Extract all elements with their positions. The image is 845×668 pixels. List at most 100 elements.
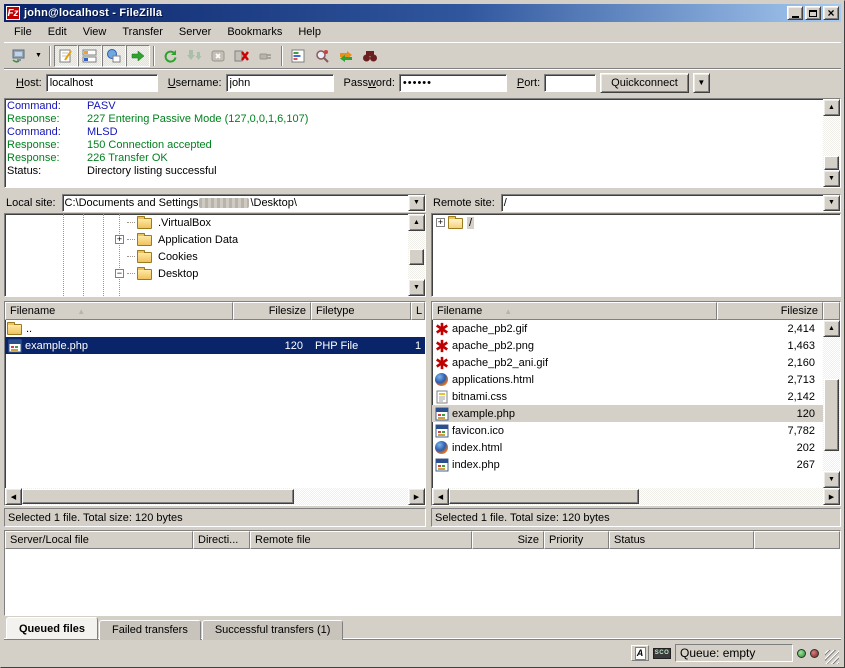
- file-row[interactable]: ..: [5, 320, 425, 337]
- resize-grip[interactable]: [825, 650, 839, 664]
- scroll-down-icon[interactable]: ▼: [408, 279, 425, 296]
- scroll-track[interactable]: [408, 231, 425, 249]
- toggle-transfer-queue-button[interactable]: [126, 45, 150, 67]
- filter-button[interactable]: [286, 45, 310, 67]
- column-header-filename[interactable]: Filename▲: [432, 302, 717, 320]
- scroll-thumb[interactable]: [409, 249, 424, 265]
- scroll-up-icon[interactable]: ▲: [408, 214, 425, 231]
- quickconnect-button[interactable]: Quickconnect: [600, 73, 689, 93]
- username-input[interactable]: [226, 74, 334, 92]
- menu-server[interactable]: Server: [171, 24, 219, 40]
- log-scrollbar[interactable]: ▲ ▼: [823, 99, 840, 187]
- column-header-modified[interactable]: L: [411, 302, 425, 320]
- column-header-server-local-file[interactable]: Server/Local file: [5, 531, 193, 549]
- close-button[interactable]: ×: [823, 6, 839, 20]
- column-header-filesize[interactable]: Filesize: [233, 302, 311, 320]
- scroll-left-icon[interactable]: ◀: [432, 488, 449, 505]
- local-tree-scrollbar[interactable]: ▲ ▼: [408, 214, 425, 296]
- file-row[interactable]: apache_pb2.gif 2,414: [432, 320, 823, 337]
- remote-site-combo[interactable]: / ▼: [501, 194, 841, 212]
- scroll-right-icon[interactable]: ▶: [408, 488, 425, 505]
- scroll-thumb[interactable]: [824, 379, 839, 451]
- scroll-track[interactable]: [639, 488, 823, 505]
- file-row[interactable]: apache_pb2.png 1,463: [432, 337, 823, 354]
- app-icon[interactable]: Fz: [6, 6, 20, 20]
- local-hscrollbar[interactable]: ◀ ▶: [5, 488, 425, 505]
- minimize-button[interactable]: [787, 6, 803, 20]
- scroll-track[interactable]: [294, 488, 408, 505]
- column-header-remote-file[interactable]: Remote file: [250, 531, 472, 549]
- refresh-button[interactable]: [158, 45, 182, 67]
- title-bar[interactable]: Fz john@localhost - FileZilla ×: [4, 4, 841, 22]
- scroll-right-icon[interactable]: ▶: [823, 488, 840, 505]
- tree-item[interactable]: + .VirtualBox: [5, 214, 408, 231]
- scroll-down-icon[interactable]: ▼: [823, 471, 840, 488]
- port-input[interactable]: [544, 74, 596, 92]
- tab-queued-files[interactable]: Queued files: [6, 617, 98, 639]
- remote-hscrollbar[interactable]: ◀ ▶: [432, 488, 840, 505]
- expand-plus-icon[interactable]: +: [436, 218, 445, 227]
- menu-edit[interactable]: Edit: [40, 24, 75, 40]
- scroll-down-icon[interactable]: ▼: [823, 170, 840, 187]
- file-row[interactable]: apache_pb2_ani.gif 2,160: [432, 354, 823, 371]
- remote-list-scrollbar[interactable]: ▲ ▼: [823, 320, 840, 488]
- local-site-combo[interactable]: C:\Documents and Settings\Desktop\ ▼: [62, 194, 426, 212]
- tree-item[interactable]: + /: [432, 214, 840, 231]
- column-header-size[interactable]: Size: [472, 531, 544, 549]
- toggle-message-log-button[interactable]: [54, 45, 78, 67]
- menu-transfer[interactable]: Transfer: [114, 24, 171, 40]
- quickconnect-dropdown[interactable]: ▼: [693, 73, 710, 93]
- scroll-left-icon[interactable]: ◀: [5, 488, 22, 505]
- encryption-indicator-icon[interactable]: SCO: [653, 648, 671, 659]
- scroll-thumb[interactable]: [449, 489, 639, 504]
- tree-item[interactable]: + Application Data: [5, 231, 408, 248]
- scroll-track[interactable]: [823, 116, 840, 156]
- scroll-thumb[interactable]: [824, 156, 839, 170]
- file-row[interactable]: example.php 120 PHP File 1: [5, 337, 425, 354]
- maximize-button[interactable]: [805, 6, 821, 20]
- column-header-filename[interactable]: Filename▲: [5, 302, 233, 320]
- column-header-direction[interactable]: Directi...: [193, 531, 250, 549]
- tree-item[interactable]: + Cookies: [5, 248, 408, 265]
- reconnect-button[interactable]: [254, 45, 278, 67]
- file-row[interactable]: index.html 202: [432, 439, 823, 456]
- scroll-track[interactable]: [823, 337, 840, 379]
- synchronized-browsing-button[interactable]: [334, 45, 358, 67]
- expand-minus-icon[interactable]: −: [115, 269, 124, 278]
- tab-successful-transfers[interactable]: Successful transfers (1): [202, 620, 344, 640]
- find-files-button[interactable]: [358, 45, 382, 67]
- file-row[interactable]: index.php 267: [432, 456, 823, 473]
- tree-item[interactable]: − Desktop: [5, 265, 408, 282]
- ascii-datatype-icon[interactable]: A: [631, 645, 649, 661]
- menu-bookmarks[interactable]: Bookmarks: [219, 24, 290, 40]
- local-site-combo-button[interactable]: ▼: [408, 195, 425, 211]
- file-row[interactable]: favicon.ico 7,782: [432, 422, 823, 439]
- scroll-track[interactable]: [408, 265, 425, 279]
- file-row[interactable]: bitnami.css 2,142: [432, 388, 823, 405]
- toggle-remote-tree-button[interactable]: [102, 45, 126, 67]
- tab-failed-transfers[interactable]: Failed transfers: [99, 620, 201, 640]
- directory-comparison-button[interactable]: [310, 45, 334, 67]
- scroll-up-icon[interactable]: ▲: [823, 320, 840, 337]
- file-row[interactable]: applications.html 2,713: [432, 371, 823, 388]
- host-input[interactable]: [46, 74, 158, 92]
- column-header-priority[interactable]: Priority: [544, 531, 609, 549]
- menu-view[interactable]: View: [75, 24, 115, 40]
- menu-help[interactable]: Help: [290, 24, 329, 40]
- column-header-status[interactable]: Status: [609, 531, 754, 549]
- site-manager-dropdown[interactable]: ▼: [31, 45, 46, 67]
- file-row[interactable]: example.php 120: [432, 405, 823, 422]
- scroll-track[interactable]: [823, 451, 840, 471]
- site-manager-button[interactable]: [7, 45, 31, 67]
- disconnect-button[interactable]: [230, 45, 254, 67]
- column-header-filetype[interactable]: Filetype: [311, 302, 411, 320]
- cancel-operation-button[interactable]: [206, 45, 230, 67]
- password-input[interactable]: [399, 74, 507, 92]
- toggle-local-tree-button[interactable]: [78, 45, 102, 67]
- column-header-filesize[interactable]: Filesize: [717, 302, 823, 320]
- menu-file[interactable]: File: [6, 24, 40, 40]
- scroll-thumb[interactable]: [22, 489, 294, 504]
- remote-site-combo-button[interactable]: ▼: [823, 195, 840, 211]
- expand-plus-icon[interactable]: +: [115, 235, 124, 244]
- process-queue-button[interactable]: [182, 45, 206, 67]
